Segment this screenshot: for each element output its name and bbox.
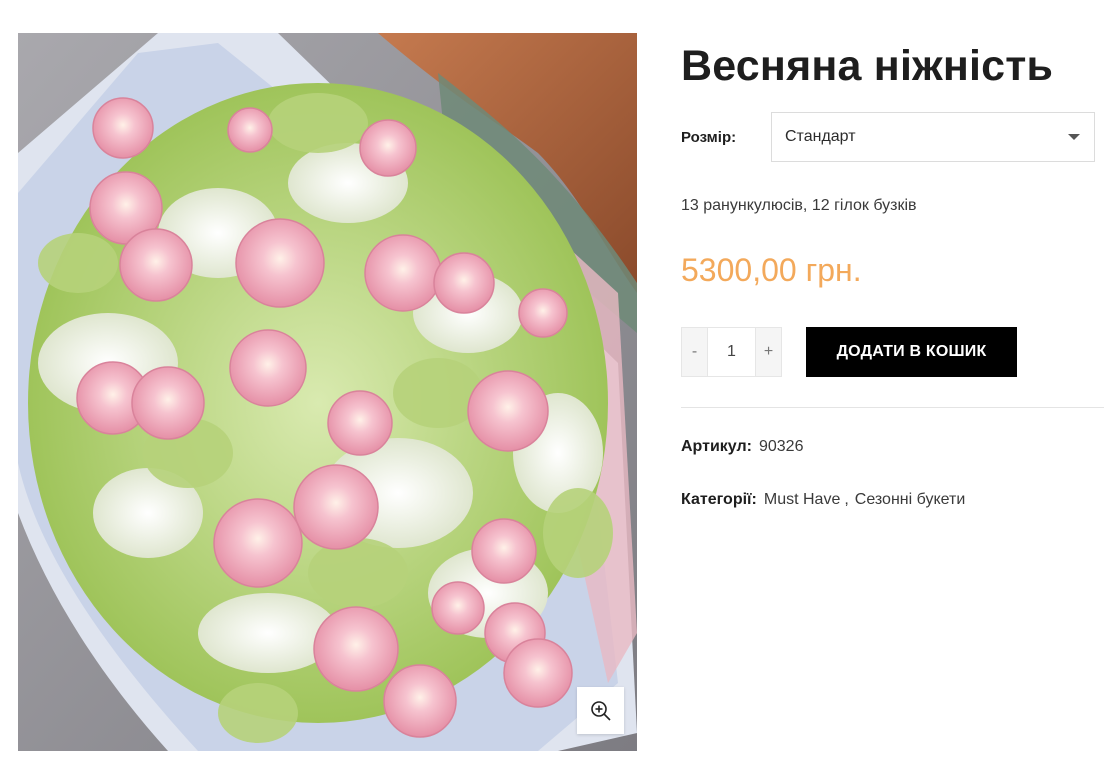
category-link-seasonal[interactable]: Сезонні букети [855, 491, 965, 509]
chevron-down-icon [1068, 134, 1080, 140]
zoom-in-icon [590, 700, 611, 721]
product-price: 5300,00 грн. [681, 252, 862, 288]
zoom-button[interactable] [577, 687, 624, 734]
product-gallery[interactable] [18, 33, 637, 751]
size-selected-value: Стандарт [785, 128, 856, 145]
product-description: 13 ранункулюсів, 12 гілок бузків [681, 197, 917, 214]
categories-row: Категорії: Must Have , Сезонні букети [681, 491, 965, 509]
add-to-cart-button[interactable]: ДОДАТИ В КОШИК [806, 327, 1017, 377]
quantity-input[interactable] [707, 328, 756, 376]
sku-label: Артикул: [681, 438, 752, 455]
category-link-must-have[interactable]: Must Have [764, 491, 840, 509]
quantity-increase-button[interactable]: + [756, 328, 781, 376]
sku-row: Артикул: 90326 [681, 438, 803, 456]
quantity-stepper: - + [681, 327, 782, 377]
size-label: Розмір: [681, 128, 737, 146]
product-summary: Весняна ніжність Розмір: Стандарт 13 ран… [681, 40, 1104, 508]
size-select[interactable]: Стандарт [771, 112, 1095, 162]
product-image[interactable] [18, 33, 637, 751]
sku-value: 90326 [758, 438, 804, 455]
category-separator: , [844, 491, 849, 508]
size-row: Розмір: Стандарт [681, 112, 1095, 162]
product-title: Весняна ніжність [681, 42, 1054, 90]
cart-form: - + ДОДАТИ В КОШИК [681, 327, 1017, 377]
categories-label: Категорії: [681, 491, 757, 508]
quantity-decrease-button[interactable]: - [682, 328, 707, 376]
divider [681, 407, 1104, 408]
